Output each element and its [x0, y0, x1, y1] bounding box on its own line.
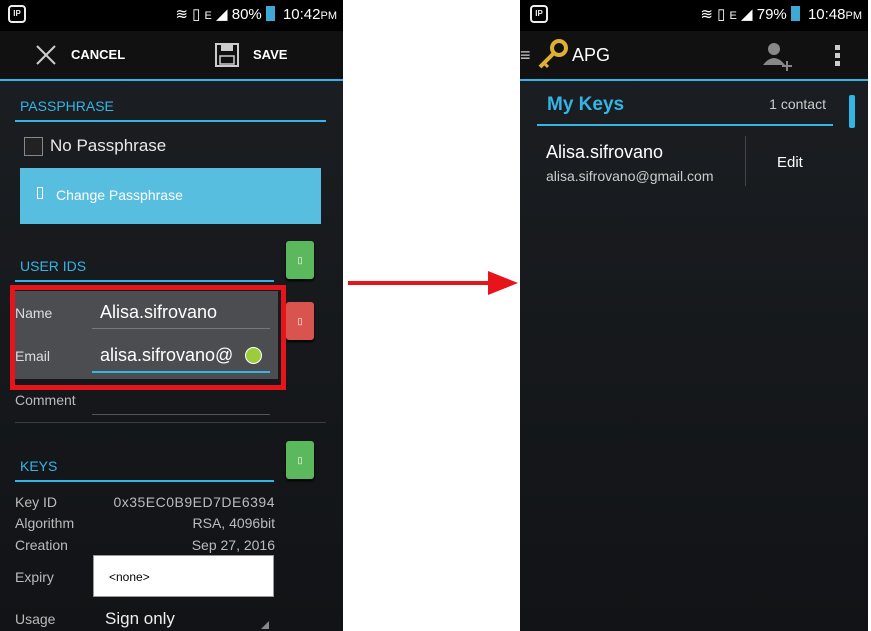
hamburger-menu-icon: ≡ — [520, 45, 531, 65]
highlight-box — [10, 285, 286, 390]
section-divider — [15, 480, 274, 482]
row-divider — [15, 422, 326, 423]
sim-icon: ▯ — [192, 6, 201, 23]
expiry-button[interactable]: <none> — [93, 555, 274, 597]
save-button[interactable]: SAVE — [212, 31, 322, 79]
scrollbar[interactable] — [849, 95, 855, 128]
change-passphrase-label: Change Passphrase — [56, 187, 183, 203]
edit-key-button[interactable]: Edit — [746, 136, 836, 186]
sip-icon: IP — [530, 5, 548, 23]
section-divider — [15, 280, 274, 282]
key-icon — [37, 187, 43, 199]
add-contact-icon[interactable] — [760, 39, 794, 73]
battery-icon — [265, 6, 275, 21]
key-user-name: Alisa.sifrovano — [546, 142, 664, 162]
status-bar: IP ≋ ▯ E ◢ 79% 10:48PM — [520, 0, 868, 31]
status-right: ≋ ▯ E ◢ 80% 10:42PM — [175, 5, 337, 23]
plus-icon: ▯ — [297, 455, 303, 465]
no-passphrase-label: No Passphrase — [50, 136, 167, 155]
sim-icon: ▯ — [717, 6, 726, 23]
battery-percent: 79% — [756, 6, 787, 23]
app-title: APG — [572, 45, 611, 65]
sip-icon: IP — [8, 5, 26, 23]
delete-icon: ▯ — [297, 316, 303, 326]
expiry-label: Expiry — [15, 569, 54, 585]
status-right: ≋ ▯ E ◢ 79% 10:48PM — [700, 5, 862, 23]
navigation-drawer-button[interactable]: ≡ APG — [520, 31, 610, 79]
save-icon — [215, 43, 239, 67]
clock-ampm: PM — [845, 10, 863, 22]
clock-time: 10:48 — [807, 6, 846, 23]
expiry-value: <none> — [109, 570, 150, 584]
app-key-icon — [538, 39, 568, 69]
list-header-title: My Keys — [547, 94, 625, 115]
key-id-value: 0x35EC0B9ED7DE6394 — [113, 494, 275, 510]
algorithm-label: Algorithm — [15, 515, 75, 531]
passphrase-section-title: PASSPHRASE — [20, 98, 114, 114]
creation-value: Sep 27, 2016 — [191, 537, 275, 553]
spinner-arrow-icon — [261, 621, 269, 629]
comment-label: Comment — [15, 392, 76, 408]
wifi-icon: ≋ — [175, 6, 188, 23]
app-action-bar: ≡ APG — [520, 31, 868, 81]
signal-icon: ◢ — [216, 6, 228, 23]
network-type: E — [204, 10, 212, 22]
user-ids-section-title: USER IDS — [20, 258, 87, 274]
save-label: SAVE — [253, 47, 288, 62]
keys-section-title: KEYS — [20, 458, 58, 474]
comment-underline — [92, 414, 270, 415]
key-id-label: Key ID — [15, 494, 58, 510]
section-divider — [15, 120, 326, 122]
overflow-menu-icon[interactable] — [832, 43, 842, 69]
clock-ampm: PM — [320, 10, 338, 22]
status-bar: IP ≋ ▯ E ◢ 80% 10:42PM — [0, 0, 343, 31]
key-list-item[interactable]: Alisa.sifrovano alisa.sifrovano@gmail.co… — [537, 133, 745, 189]
comment-field[interactable] — [92, 386, 270, 414]
battery-percent: 80% — [231, 6, 262, 23]
network-type: E — [729, 10, 737, 22]
right-phone-screen: IP ≋ ▯ E ◢ 79% 10:48PM ≡ APG My Keys 1 c… — [520, 0, 868, 631]
clock-time: 10:42 — [282, 6, 321, 23]
usage-label: Usage — [15, 611, 56, 627]
contact-count: 1 contact — [769, 96, 826, 112]
add-user-id-button[interactable]: ▯ — [286, 241, 314, 279]
plus-icon: ▯ — [297, 255, 303, 265]
edit-key-toolbar: CANCEL SAVE — [0, 31, 343, 81]
wifi-icon: ≋ — [700, 6, 713, 23]
change-passphrase-button[interactable]: Change Passphrase — [20, 168, 321, 224]
left-phone-screen: IP ≋ ▯ E ◢ 80% 10:42PM CANCEL SAVE PASSP… — [0, 0, 343, 631]
close-icon — [36, 45, 56, 65]
algorithm-value: RSA, 4096bit — [192, 515, 276, 531]
edit-label: Edit — [777, 154, 803, 171]
cancel-label: CANCEL — [71, 47, 126, 62]
usage-value: Sign only — [105, 609, 175, 628]
transition-arrow — [348, 271, 518, 295]
list-header-divider — [537, 124, 833, 126]
usage-spinner[interactable]: Sign only — [93, 606, 271, 631]
battery-icon — [790, 6, 800, 21]
remove-user-id-button[interactable]: ▯ — [286, 302, 314, 340]
key-user-email: alisa.sifrovano@gmail.com — [546, 168, 714, 184]
signal-icon: ◢ — [741, 6, 753, 23]
add-subkey-button[interactable]: ▯ — [286, 441, 314, 479]
creation-label: Creation — [15, 537, 68, 553]
cancel-button[interactable]: CANCEL — [32, 31, 172, 79]
no-passphrase-checkbox[interactable] — [24, 137, 43, 156]
